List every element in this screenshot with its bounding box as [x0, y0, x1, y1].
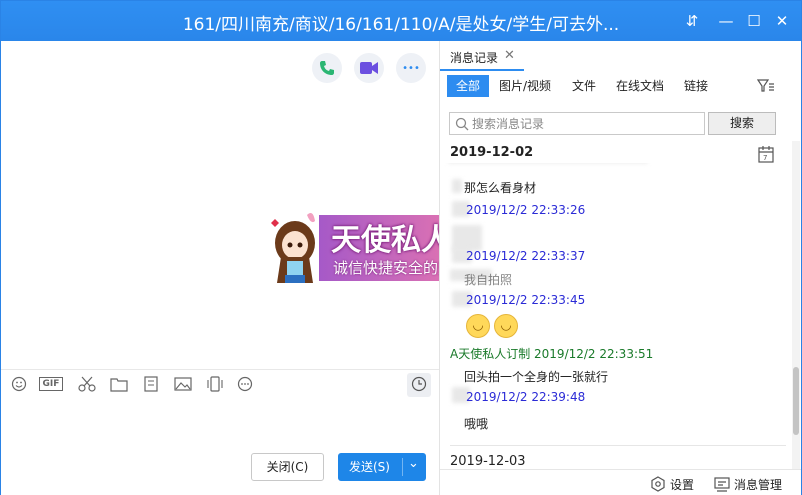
search-box — [449, 112, 705, 135]
scissors-icon[interactable] — [77, 376, 97, 394]
history-footer: 设置 消息管理 — [440, 469, 801, 495]
calendar-icon[interactable]: 7 — [758, 145, 774, 163]
send-options-dropdown-icon[interactable]: ⌄ — [408, 451, 419, 477]
filter-settings-icon[interactable] — [755, 75, 777, 97]
folder-icon[interactable] — [109, 376, 129, 394]
send-label: 发送(S) — [349, 460, 390, 474]
send-button[interactable]: 发送(S) ⌄ — [338, 453, 426, 481]
smile-emoji-icon: ◡ — [466, 314, 490, 338]
video-call-button[interactable] — [354, 53, 384, 83]
anime-girl-logo-icon — [271, 213, 315, 283]
message-text: 那怎么看身材 — [464, 181, 537, 195]
close-window-button[interactable]: ✕ — [771, 11, 793, 31]
shake-window-icon[interactable] — [205, 376, 225, 394]
filter-links[interactable]: 链接 — [678, 75, 714, 97]
send-divider — [402, 458, 403, 476]
date-separator — [450, 445, 786, 446]
message-manage-button[interactable]: 消息管理 — [734, 476, 782, 493]
scrollbar-thumb[interactable] — [793, 367, 799, 435]
pin-icon[interactable]: ⇵ — [681, 11, 703, 31]
settings-button[interactable]: 设置 — [670, 476, 694, 493]
chat-window: 161/四川南充/商议/16/161/110/A/是处女/学生/可去外... ⇵… — [0, 0, 802, 495]
message-text: 回头拍一个全身的一张就行 — [464, 370, 609, 384]
date-header: 2019-12-03 — [450, 454, 526, 469]
obscured-avatar — [452, 179, 462, 193]
gif-icon[interactable]: GIF — [39, 376, 63, 394]
message-text: 哦哦 — [464, 417, 489, 431]
emoji-icon[interactable] — [9, 376, 29, 394]
title-bar: 161/四川南充/商议/16/161/110/A/是处女/学生/可去外... ⇵… — [1, 1, 801, 41]
message-time: 2019/12/2 22:39:48 — [466, 390, 586, 404]
filter-all[interactable]: 全部 — [447, 75, 489, 97]
message-time: 2019/12/2 22:33:45 — [466, 293, 586, 307]
date-header: 2019-12-02 — [450, 145, 534, 160]
svg-text:7: 7 — [763, 154, 767, 162]
filter-online-docs[interactable]: 在线文档 — [612, 75, 668, 97]
screenshot-icon[interactable] — [141, 376, 161, 394]
close-tab-icon[interactable]: ✕ — [504, 48, 515, 63]
history-filters: 全部 图片/视频 文件 在线文档 链接 — [440, 75, 801, 97]
tab-label: 消息记录 — [450, 51, 499, 65]
message-sender: A天使私人订制 2019/12/2 22:33:51 — [450, 347, 654, 361]
message-text: 我自拍照 — [464, 273, 513, 287]
history-panel: 消息记录 ✕ 全部 图片/视频 文件 在线文档 链接 搜索 2019-12-02… — [440, 41, 801, 495]
minimize-button[interactable]: — — [715, 11, 737, 31]
smile-emoji-icon: ◡ — [494, 314, 518, 338]
message-time: 2019/12/2 22:33:37 — [466, 249, 586, 263]
history-clock-icon[interactable] — [407, 373, 431, 397]
search-icon — [455, 117, 469, 131]
filter-files[interactable]: 文件 — [566, 75, 602, 97]
filter-media[interactable]: 图片/视频 — [496, 75, 554, 97]
settings-gear-icon — [651, 476, 665, 492]
maximize-button[interactable]: ☐ — [743, 11, 765, 31]
more-options-button[interactable]: ••• — [396, 53, 426, 83]
ellipsis-icon: ••• — [402, 62, 420, 74]
video-camera-icon — [360, 62, 378, 74]
message-list: 2019-12-02 7 那怎么看身材 2019/12/2 22:33:26 2… — [440, 141, 792, 469]
image-icon[interactable] — [173, 376, 193, 394]
message-time: 2019/12/2 22:33:26 — [466, 203, 586, 217]
message-scrollbar[interactable] — [792, 141, 800, 469]
phone-call-button[interactable] — [312, 53, 342, 83]
search-input[interactable] — [472, 113, 700, 134]
message-manage-icon — [714, 477, 730, 492]
input-toolbar: GIF — [1, 369, 439, 399]
search-button[interactable]: 搜索 — [708, 112, 776, 135]
more-tools-icon[interactable] — [235, 376, 255, 394]
close-button[interactable]: 关闭(C) — [251, 453, 324, 481]
phone-icon — [320, 61, 334, 75]
tab-message-history[interactable]: 消息记录 ✕ — [440, 41, 524, 71]
